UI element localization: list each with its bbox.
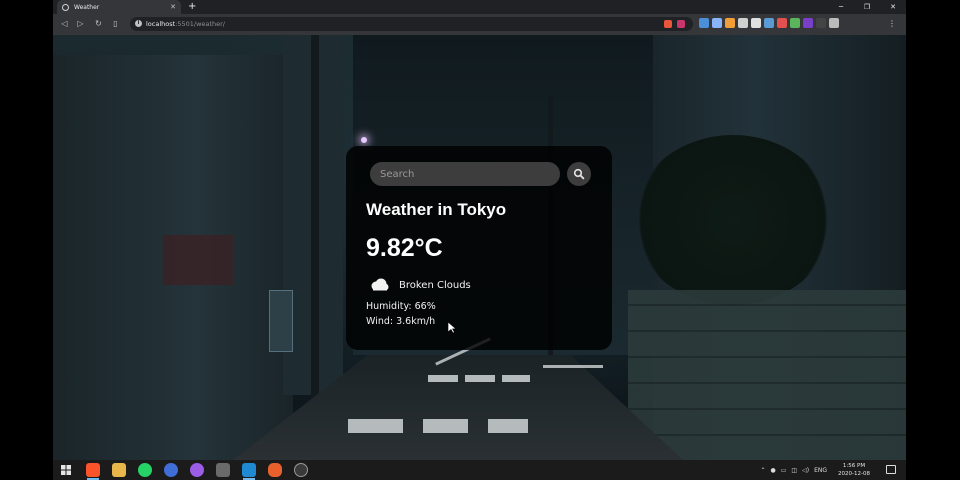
- back-button[interactable]: ◁: [58, 17, 71, 30]
- whatsapp-icon[interactable]: [138, 463, 152, 477]
- city-title: Weather in Tokyo: [366, 200, 507, 219]
- menu-icon[interactable]: ⋮: [888, 17, 896, 30]
- recorder-icon[interactable]: [268, 463, 282, 477]
- weather-description: Broken Clouds: [399, 279, 471, 291]
- search-input[interactable]: [370, 162, 560, 186]
- file-explorer-icon[interactable]: [112, 463, 126, 477]
- url-text: localhost:5501/weather/: [146, 19, 225, 29]
- extensions-puzzle-icon[interactable]: [829, 18, 839, 28]
- globe-icon: [62, 3, 69, 11]
- extensions-bar: [699, 18, 839, 30]
- bookmark-icon[interactable]: ▯: [109, 17, 122, 30]
- background-vending-machine: [269, 290, 293, 352]
- browser-tab[interactable]: Weather ✕: [57, 0, 181, 14]
- crosswalk-stripe: [488, 419, 528, 433]
- chevron-up-icon[interactable]: ⌃: [760, 467, 765, 474]
- crosswalk-stripe: [502, 375, 530, 382]
- crosswalk-stripe: [348, 419, 403, 433]
- weather-description-row: Broken Clouds: [368, 276, 471, 294]
- close-window-button[interactable]: ✕: [880, 0, 906, 14]
- terminal-icon[interactable]: [216, 463, 230, 477]
- background-trees: [633, 135, 833, 305]
- crosswalk-stripe: [428, 375, 458, 382]
- page-viewport: Weather in Tokyo 9.82°C Broken Clouds Hu…: [53, 35, 906, 460]
- humidity: Humidity: 66%: [366, 301, 436, 312]
- app-icon[interactable]: [164, 463, 178, 477]
- extension-icon[interactable]: [790, 18, 800, 28]
- weather-card: Weather in Tokyo 9.82°C Broken Clouds Hu…: [346, 146, 612, 350]
- extension-icon[interactable]: [725, 18, 735, 28]
- road-line: [543, 365, 603, 368]
- url-host: localhost: [146, 20, 176, 28]
- forward-button[interactable]: ▷: [74, 17, 87, 30]
- extension-icon[interactable]: [816, 18, 826, 28]
- brave-rewards-icon[interactable]: [677, 20, 685, 28]
- background-window-glow: [163, 235, 233, 285]
- brave-browser-icon[interactable]: [86, 463, 100, 480]
- crosswalk-stripe: [423, 419, 468, 433]
- street-lamp: [361, 137, 367, 143]
- temperature: 9.82°C: [366, 234, 443, 262]
- crosswalk-stripe: [465, 375, 495, 382]
- tab-close-icon[interactable]: ✕: [170, 3, 176, 11]
- background-pole: [311, 35, 319, 405]
- minimize-button[interactable]: ─: [828, 0, 854, 14]
- browser-titlebar: Weather ✕ + ─ ❐ ✕: [53, 0, 906, 14]
- reload-button[interactable]: ↻: [92, 17, 105, 30]
- notification-icon[interactable]: [886, 465, 896, 474]
- background-stone-wall: [628, 290, 906, 460]
- search-button[interactable]: [567, 162, 591, 186]
- cloud-icon: [368, 277, 390, 293]
- vscode-icon[interactable]: [242, 463, 256, 480]
- url-path: :5501/weather/: [175, 20, 225, 28]
- network-icon[interactable]: ◫: [791, 467, 797, 474]
- brave-shield-icon[interactable]: [664, 20, 672, 28]
- screen: Weather ✕ + ─ ❐ ✕ ◁ ▷ ↻ ▯ i localhost:55…: [53, 0, 906, 480]
- extension-icon[interactable]: [699, 18, 709, 28]
- volume-icon[interactable]: ◁): [802, 467, 809, 474]
- address-bar[interactable]: i localhost:5501/weather/: [130, 17, 693, 31]
- search-icon: [573, 168, 585, 180]
- extension-icon[interactable]: [712, 18, 722, 28]
- mouse-cursor-icon: [448, 322, 456, 334]
- extension-icon[interactable]: [738, 18, 748, 28]
- search-bar: [370, 162, 591, 186]
- site-info-icon[interactable]: i: [135, 20, 142, 27]
- extension-icon[interactable]: [803, 18, 813, 28]
- language-indicator[interactable]: ENG: [814, 467, 827, 474]
- extension-icon[interactable]: [777, 18, 787, 28]
- clock-date: 2020-12-08: [838, 471, 870, 477]
- microphone-icon[interactable]: ●: [771, 467, 776, 474]
- clock[interactable]: 1:56 PM 2020-12-08: [838, 462, 870, 478]
- windows-taskbar: ⌃ ● ▭ ◫ ◁) ENG 1:56 PM 2020-12-08: [53, 460, 906, 480]
- app-icon[interactable]: [190, 463, 204, 477]
- windows-start-icon[interactable]: [61, 465, 71, 475]
- browser-toolbar: ◁ ▷ ↻ ▯ i localhost:5501/weather/ ⋮: [53, 14, 906, 35]
- extension-icon[interactable]: [764, 18, 774, 28]
- window-controls: ─ ❐ ✕: [828, 0, 906, 14]
- obs-icon[interactable]: [294, 463, 308, 477]
- restore-button[interactable]: ❐: [854, 0, 880, 14]
- new-tab-button[interactable]: +: [188, 0, 196, 13]
- tab-title: Weather: [74, 3, 100, 11]
- clock-time: 1:56 PM: [842, 463, 866, 469]
- battery-icon[interactable]: ▭: [781, 467, 787, 474]
- wind-speed: Wind: 3.6km/h: [366, 316, 436, 327]
- extension-icon[interactable]: [751, 18, 761, 28]
